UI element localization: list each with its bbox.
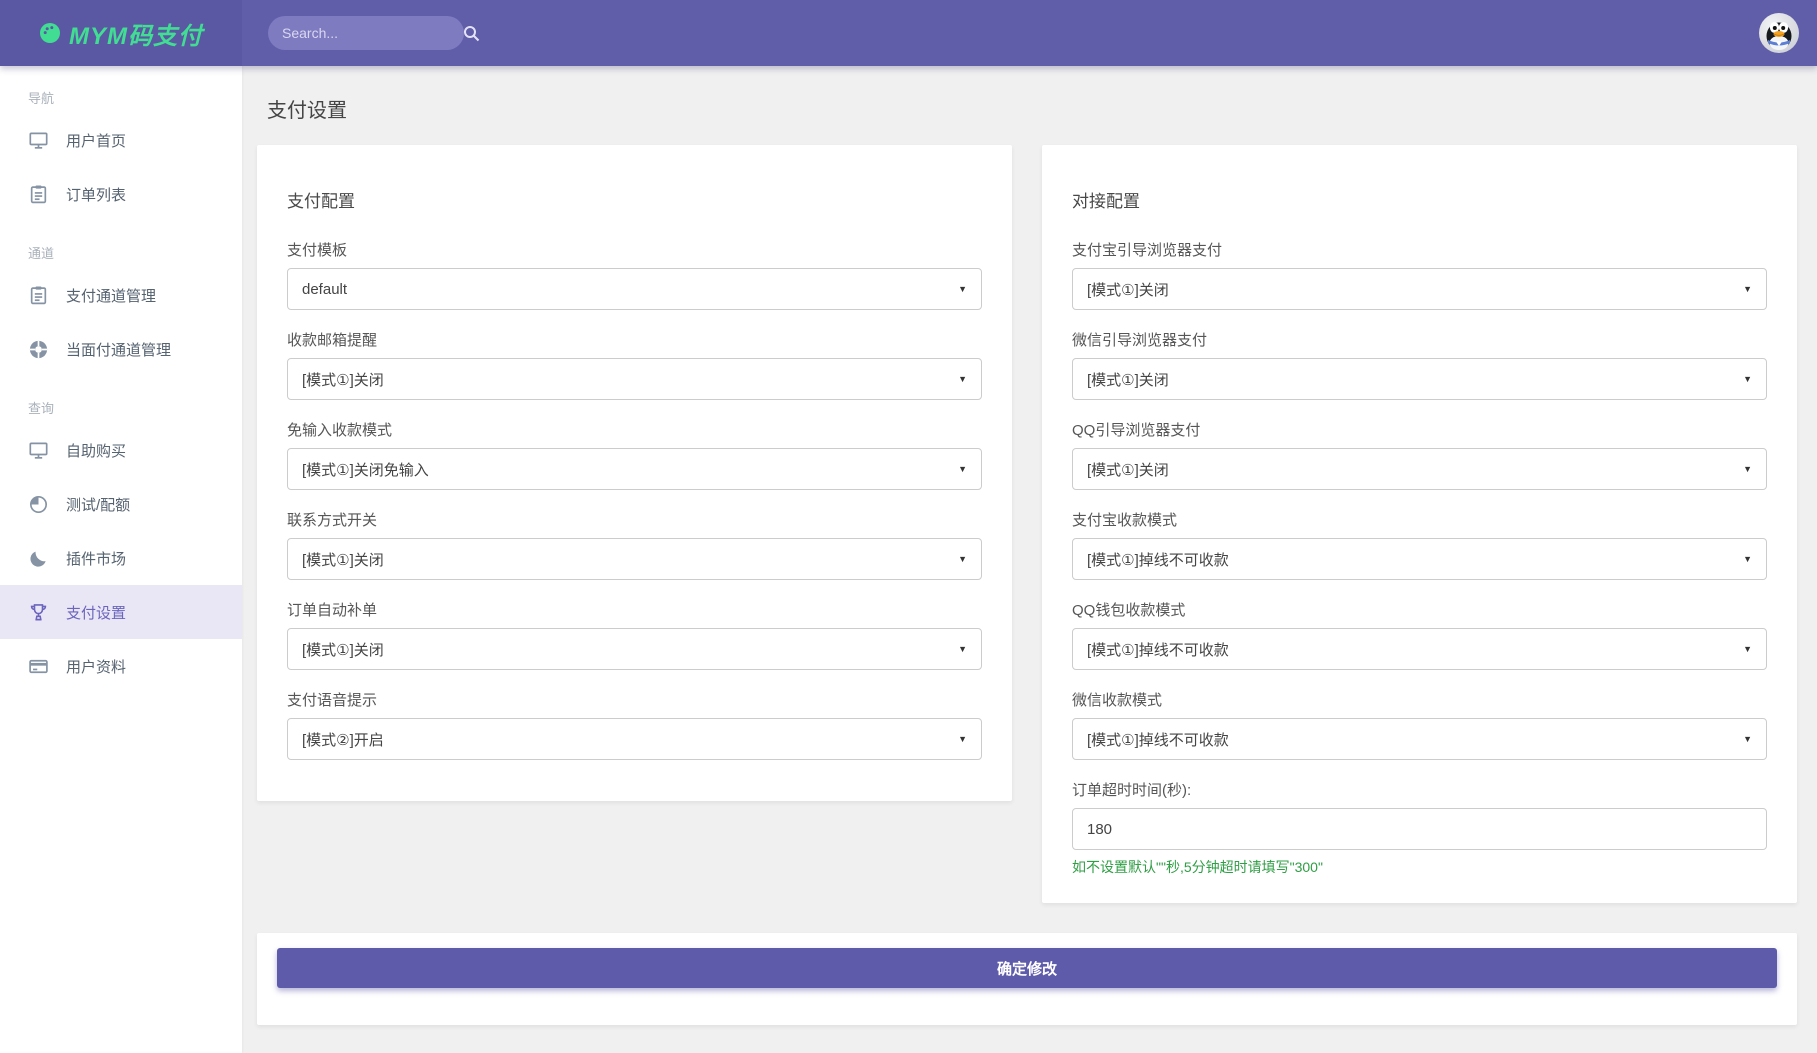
qqwallet-receive-select[interactable]: [模式①]掉线不可收款 ▼ xyxy=(1072,628,1767,670)
sidebar-item-label: 支付通道管理 xyxy=(66,285,156,306)
no-input-mode-label: 免输入收款模式 xyxy=(287,419,982,440)
contact-switch-select[interactable]: [模式①]关闭 ▼ xyxy=(287,538,982,580)
template-select[interactable]: default ▼ xyxy=(287,268,982,310)
voice-prompt-label: 支付语音提示 xyxy=(287,689,982,710)
monitor-icon xyxy=(28,130,49,151)
caret-down-icon: ▼ xyxy=(958,284,967,294)
trophy-icon xyxy=(28,602,49,623)
sidebar: 导航 用户首页 订单列表 通道 支付通道管理 xyxy=(0,66,242,1053)
sidebar-item-plugin-market[interactable]: 插件市场 xyxy=(0,531,242,585)
payment-config-heading: 支付配置 xyxy=(287,187,982,212)
auto-reorder-select[interactable]: [模式①]关闭 ▼ xyxy=(287,628,982,670)
select-value: [模式①]关闭 xyxy=(302,549,958,570)
sidebar-item-test-quota[interactable]: 测试/配额 xyxy=(0,477,242,531)
sidebar-item-user-home[interactable]: 用户首页 xyxy=(0,113,242,167)
alipay-browser-select[interactable]: [模式①]关闭 ▼ xyxy=(1072,268,1767,310)
alipay-receive-label: 支付宝收款模式 xyxy=(1072,509,1767,530)
connect-config-heading: 对接配置 xyxy=(1072,187,1767,212)
alipay-receive-select[interactable]: [模式①]掉线不可收款 ▼ xyxy=(1072,538,1767,580)
submit-card: 确定修改 xyxy=(257,933,1797,1025)
sidebar-item-label: 用户首页 xyxy=(66,130,126,151)
email-notify-select[interactable]: [模式①]关闭 ▼ xyxy=(287,358,982,400)
pie-chart-icon xyxy=(28,494,49,515)
select-value: [模式①]掉线不可收款 xyxy=(1087,549,1743,570)
main-content: 支付设置 支付配置 支付模板 default ▼ 收款邮箱提醒 [模式①]关闭 … xyxy=(242,66,1817,1053)
nav-section-channel: 通道 xyxy=(0,221,242,268)
caret-down-icon: ▼ xyxy=(958,734,967,744)
brand-ball-icon xyxy=(39,22,61,44)
sidebar-item-label: 测试/配额 xyxy=(66,494,130,515)
caret-down-icon: ▼ xyxy=(1743,644,1752,654)
caret-down-icon: ▼ xyxy=(1743,374,1752,384)
clipboard-icon xyxy=(28,285,49,306)
select-value: [模式①]关闭免输入 xyxy=(302,459,958,480)
user-avatar[interactable] xyxy=(1759,13,1799,53)
caret-down-icon: ▼ xyxy=(1743,554,1752,564)
wechat-receive-select[interactable]: [模式①]掉线不可收款 ▼ xyxy=(1072,718,1767,760)
sidebar-item-label: 自助购买 xyxy=(66,440,126,461)
nav-section-nav: 导航 xyxy=(0,66,242,113)
sidebar-item-label: 用户资料 xyxy=(66,656,126,677)
qqwallet-receive-label: QQ钱包收款模式 xyxy=(1072,599,1767,620)
sidebar-item-label: 当面付通道管理 xyxy=(66,339,171,360)
sidebar-item-self-buy[interactable]: 自助购买 xyxy=(0,423,242,477)
caret-down-icon: ▼ xyxy=(1743,284,1752,294)
caret-down-icon: ▼ xyxy=(1743,464,1752,474)
qq-penguin-icon xyxy=(1759,13,1799,53)
brand-logo[interactable]: MYM码支付 xyxy=(0,0,242,66)
voice-prompt-select[interactable]: [模式②]开启 ▼ xyxy=(287,718,982,760)
brand-title: MYM码支付 xyxy=(69,16,203,51)
sidebar-item-user-profile[interactable]: 用户资料 xyxy=(0,639,242,693)
email-notify-label: 收款邮箱提醒 xyxy=(287,329,982,350)
timeout-input[interactable] xyxy=(1072,808,1767,850)
select-value: [模式①]关闭 xyxy=(1087,459,1743,480)
crescent-moon-icon xyxy=(28,548,49,569)
top-header: MYM码支付 xyxy=(0,0,1817,66)
select-value: [模式①]掉线不可收款 xyxy=(1087,639,1743,660)
caret-down-icon: ▼ xyxy=(1743,734,1752,744)
template-label: 支付模板 xyxy=(287,239,982,260)
caret-down-icon: ▼ xyxy=(958,554,967,564)
caret-down-icon: ▼ xyxy=(958,374,967,384)
payment-config-card: 支付配置 支付模板 default ▼ 收款邮箱提醒 [模式①]关闭 ▼ 免输入… xyxy=(257,145,1012,801)
nav-section-query: 查询 xyxy=(0,376,242,423)
monitor-icon xyxy=(28,440,49,461)
wechat-browser-select[interactable]: [模式①]关闭 ▼ xyxy=(1072,358,1767,400)
clipboard-icon xyxy=(28,184,49,205)
qq-browser-select[interactable]: [模式①]关闭 ▼ xyxy=(1072,448,1767,490)
sidebar-item-order-list[interactable]: 订单列表 xyxy=(0,167,242,221)
select-value: [模式①]关闭 xyxy=(1087,279,1743,300)
select-value: [模式①]掉线不可收款 xyxy=(1087,729,1743,750)
sidebar-item-pay-settings[interactable]: 支付设置 xyxy=(0,585,242,639)
timeout-label: 订单超时时间(秒): xyxy=(1072,779,1767,800)
caret-down-icon: ▼ xyxy=(958,644,967,654)
credit-card-icon xyxy=(28,656,49,677)
select-value: [模式①]关闭 xyxy=(302,369,958,390)
sidebar-item-pay-channel[interactable]: 支付通道管理 xyxy=(0,268,242,322)
select-value: [模式①]关闭 xyxy=(1087,369,1743,390)
page-title: 支付设置 xyxy=(267,94,1797,123)
auto-reorder-label: 订单自动补单 xyxy=(287,599,982,620)
sidebar-item-label: 支付设置 xyxy=(66,602,126,623)
confirm-modify-button[interactable]: 确定修改 xyxy=(277,948,1777,988)
caret-down-icon: ▼ xyxy=(958,464,967,474)
select-value: [模式①]关闭 xyxy=(302,639,958,660)
search-icon[interactable] xyxy=(463,25,480,42)
wechat-browser-label: 微信引导浏览器支付 xyxy=(1072,329,1767,350)
search-box[interactable] xyxy=(268,16,464,50)
sidebar-item-label: 订单列表 xyxy=(66,184,126,205)
qq-browser-label: QQ引导浏览器支付 xyxy=(1072,419,1767,440)
sidebar-item-f2f-channel[interactable]: 当面付通道管理 xyxy=(0,322,242,376)
wechat-receive-label: 微信收款模式 xyxy=(1072,689,1767,710)
connect-config-card: 对接配置 支付宝引导浏览器支付 [模式①]关闭 ▼ 微信引导浏览器支付 [模式①… xyxy=(1042,145,1797,903)
select-value: default xyxy=(302,281,958,298)
sidebar-item-label: 插件市场 xyxy=(66,548,126,569)
select-value: [模式②]开启 xyxy=(302,729,958,750)
timeout-hint: 如不设置默认""秒,5分钟超时请填写"300" xyxy=(1072,857,1767,877)
no-input-mode-select[interactable]: [模式①]关闭免输入 ▼ xyxy=(287,448,982,490)
life-ring-icon xyxy=(28,339,49,360)
search-input[interactable] xyxy=(282,25,463,41)
contact-switch-label: 联系方式开关 xyxy=(287,509,982,530)
alipay-browser-label: 支付宝引导浏览器支付 xyxy=(1072,239,1767,260)
